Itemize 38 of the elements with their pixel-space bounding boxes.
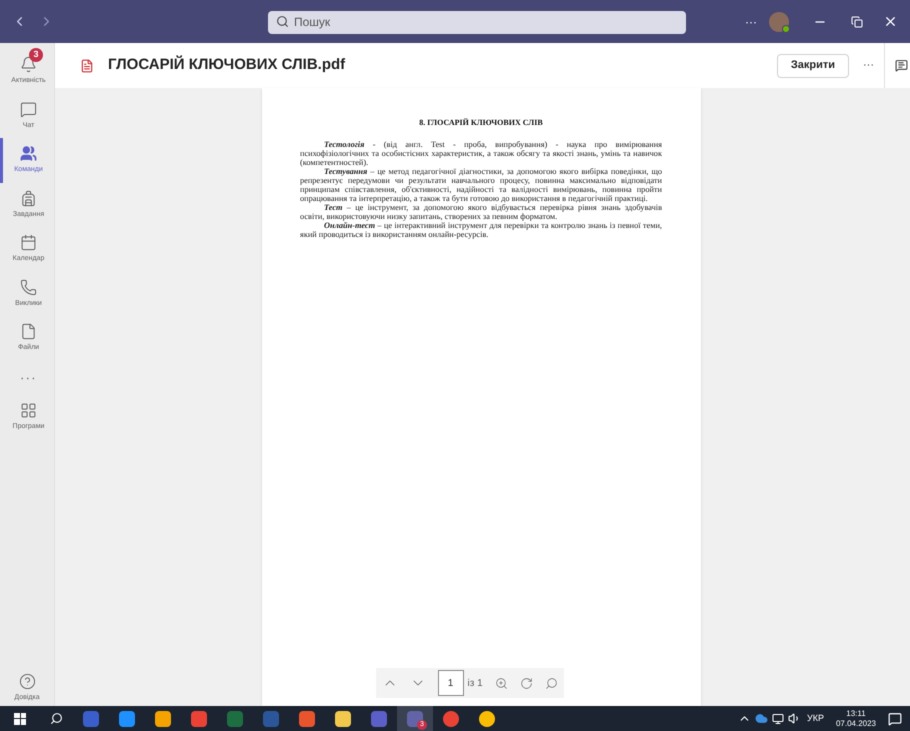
backpack-icon [20,190,37,206]
glossary-paragraph: Онлайн-тест – це інтерактивний інструмент для перевірки та контролю знань із певної теми, який проводиться із використанням онлайн-ресурсів. [300,221,662,239]
notifications-icon[interactable] [888,712,902,726]
restore-icon[interactable] [851,16,863,28]
calendar-icon [20,234,37,251]
page-count: із 1 [468,676,483,690]
glossary-paragraph: Тест – це інструмент, за допомогою якого відбувається перевірка рівня знань здобувачів освіти, використовуючи низку запитань, створених за певним форматом. [300,203,662,221]
search-field[interactable]: Пошук [268,10,686,34]
avatar[interactable] [769,12,789,32]
glossary-paragraph: Тестування – це метод педагогічної діагностики, за допомогою якого вибірка поведінки, що репрезентує передумови чи результати навчального процесу, повинна максимально відповідати принципам співставлення, об'єктивності, надійності та валідності вимірювань, повинна пройти опрацювання та інтерпретацію, а також та бути готовою до використання в педагогічній практиці. [300,167,662,203]
clock-date: 07.04.2023 [836,718,876,728]
search-icon [276,15,289,28]
bell-icon [20,56,37,73]
page-number-field[interactable]: 1 [438,670,464,696]
search-icon[interactable] [50,712,63,725]
help-icon [18,672,36,690]
zoom-in-icon[interactable] [494,676,508,690]
more-button[interactable]: ··· [745,12,757,30]
clock-time: 13:11 [846,708,866,718]
cloud-icon[interactable] [754,712,768,725]
chat-icon[interactable] [895,59,908,72]
pdf-file-icon [80,58,94,72]
close-icon[interactable] [883,14,898,29]
glossary-paragraph: Тестологія - (від англ. Test - проба, випробування) - наука про вимірювання психофізіологічних та особистісних характеристик, а також обсягу та якості знань, умінь та навичок (компетентностей). [300,140,662,167]
more-button[interactable]: ··· [863,57,874,74]
close-button[interactable]: Закрити [776,54,849,78]
rail-item[interactable]: ··· [0,360,54,394]
page-heading: 8. ГЛОСАРІЙ КЛЮЧОВИХ СЛІВ [419,117,543,129]
chat-icon [20,100,37,118]
volume-icon[interactable] [788,712,801,725]
language-indicator[interactable]: УКР [806,712,824,726]
phone-icon [20,278,37,296]
file-icon [20,323,37,340]
windows-start-icon[interactable] [14,712,26,724]
rotate-icon[interactable] [520,676,533,690]
file-title: ГЛОСАРІЙ КЛЮЧОВИХ СЛІВ.pdf [108,54,346,76]
notification-badge: 3 [29,48,43,62]
grid-icon [20,402,37,418]
